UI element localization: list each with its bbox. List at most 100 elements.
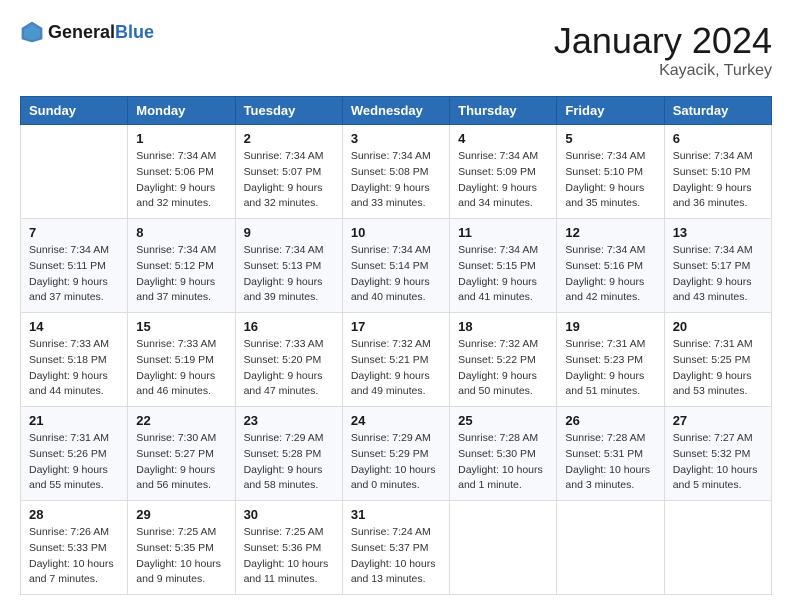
- page-header: GeneralBlue January 2024 Kayacik, Turkey: [20, 20, 772, 80]
- day-number: 22: [136, 413, 226, 428]
- day-number: 12: [565, 225, 655, 240]
- day-number: 27: [673, 413, 763, 428]
- day-number: 14: [29, 319, 119, 334]
- calendar-cell: 28 Sunrise: 7:26 AMSunset: 5:33 PMDayligh…: [21, 501, 128, 595]
- calendar-cell: 15 Sunrise: 7:33 AMSunset: 5:19 PMDayligh…: [128, 313, 235, 407]
- calendar-cell: 19 Sunrise: 7:31 AMSunset: 5:23 PMDayligh…: [557, 313, 664, 407]
- calendar-week-row: 7 Sunrise: 7:34 AMSunset: 5:11 PMDaylight…: [21, 219, 772, 313]
- day-info: Sunrise: 7:34 AMSunset: 5:11 PMDaylight:…: [29, 243, 119, 306]
- day-number: 30: [244, 507, 334, 522]
- day-number: 6: [673, 131, 763, 146]
- day-info: Sunrise: 7:31 AMSunset: 5:25 PMDaylight:…: [673, 337, 763, 400]
- day-info: Sunrise: 7:34 AMSunset: 5:17 PMDaylight:…: [673, 243, 763, 306]
- calendar-cell: 10 Sunrise: 7:34 AMSunset: 5:14 PMDayligh…: [342, 219, 449, 313]
- logo-blue: Blue: [115, 22, 154, 42]
- day-number: 31: [351, 507, 441, 522]
- day-info: Sunrise: 7:34 AMSunset: 5:14 PMDaylight:…: [351, 243, 441, 306]
- calendar-cell: 11 Sunrise: 7:34 AMSunset: 5:15 PMDayligh…: [450, 219, 557, 313]
- weekday-header: Monday: [128, 97, 235, 125]
- day-info: Sunrise: 7:34 AMSunset: 5:07 PMDaylight:…: [244, 149, 334, 212]
- day-info: Sunrise: 7:34 AMSunset: 5:10 PMDaylight:…: [565, 149, 655, 212]
- day-number: 17: [351, 319, 441, 334]
- calendar-cell: 21Sunrise: 7:31 AMSunset: 5:26 PMDayligh…: [21, 407, 128, 501]
- weekday-header: Tuesday: [235, 97, 342, 125]
- weekday-header: Friday: [557, 97, 664, 125]
- calendar-cell: [664, 501, 771, 595]
- day-info: Sunrise: 7:33 AMSunset: 5:19 PMDaylight:…: [136, 337, 226, 400]
- day-info: Sunrise: 7:34 AMSunset: 5:12 PMDaylight:…: [136, 243, 226, 306]
- day-number: 7: [29, 225, 119, 240]
- day-number: 29: [136, 507, 226, 522]
- weekday-header: Saturday: [664, 97, 771, 125]
- day-number: 28: [29, 507, 119, 522]
- day-info: Sunrise: 7:34 AMSunset: 5:13 PMDaylight:…: [244, 243, 334, 306]
- calendar-cell: 7 Sunrise: 7:34 AMSunset: 5:11 PMDaylight…: [21, 219, 128, 313]
- calendar-cell: 12Sunrise: 7:34 AMSunset: 5:16 PMDayligh…: [557, 219, 664, 313]
- calendar-cell: 8 Sunrise: 7:34 AMSunset: 5:12 PMDaylight…: [128, 219, 235, 313]
- calendar-cell: 27 Sunrise: 7:27 AMSunset: 5:32 PMDayligh…: [664, 407, 771, 501]
- day-info: Sunrise: 7:30 AMSunset: 5:27 PMDaylight:…: [136, 431, 226, 494]
- day-number: 15: [136, 319, 226, 334]
- day-number: 11: [458, 225, 548, 240]
- calendar-table: SundayMondayTuesdayWednesdayThursdayFrid…: [20, 96, 772, 595]
- calendar-cell: 5 Sunrise: 7:34 AMSunset: 5:10 PMDaylight…: [557, 125, 664, 219]
- day-info: Sunrise: 7:31 AMSunset: 5:23 PMDaylight:…: [565, 337, 655, 400]
- calendar-cell: 29 Sunrise: 7:25 AMSunset: 5:35 PMDayligh…: [128, 501, 235, 595]
- location: Kayacik, Turkey: [554, 62, 772, 80]
- day-info: Sunrise: 7:24 AMSunset: 5:37 PMDaylight:…: [351, 525, 441, 588]
- logo-general: General: [48, 22, 115, 42]
- day-info: Sunrise: 7:32 AMSunset: 5:22 PMDaylight:…: [458, 337, 548, 400]
- day-number: 19: [565, 319, 655, 334]
- month-title: January 2024: [554, 20, 772, 62]
- day-number: 20: [673, 319, 763, 334]
- day-info: Sunrise: 7:26 AMSunset: 5:33 PMDaylight:…: [29, 525, 119, 588]
- calendar-cell: 13 Sunrise: 7:34 AMSunset: 5:17 PMDayligh…: [664, 219, 771, 313]
- calendar-cell: 4Sunrise: 7:34 AMSunset: 5:09 PMDaylight…: [450, 125, 557, 219]
- weekday-header: Wednesday: [342, 97, 449, 125]
- day-info: Sunrise: 7:29 AMSunset: 5:29 PMDaylight:…: [351, 431, 441, 494]
- day-number: 3: [351, 131, 441, 146]
- day-info: Sunrise: 7:33 AMSunset: 5:18 PMDaylight:…: [29, 337, 119, 400]
- day-number: 5: [565, 131, 655, 146]
- day-number: 23: [244, 413, 334, 428]
- day-info: Sunrise: 7:32 AMSunset: 5:21 PMDaylight:…: [351, 337, 441, 400]
- calendar-cell: 25Sunrise: 7:28 AMSunset: 5:30 PMDayligh…: [450, 407, 557, 501]
- day-number: 21: [29, 413, 119, 428]
- day-number: 1: [136, 131, 226, 146]
- day-number: 2: [244, 131, 334, 146]
- calendar-cell: 31 Sunrise: 7:24 AMSunset: 5:37 PMDayligh…: [342, 501, 449, 595]
- calendar-cell: 3 Sunrise: 7:34 AMSunset: 5:08 PMDaylight…: [342, 125, 449, 219]
- calendar-week-row: 1 Sunrise: 7:34 AMSunset: 5:06 PMDaylight…: [21, 125, 772, 219]
- day-info: Sunrise: 7:34 AMSunset: 5:10 PMDaylight:…: [673, 149, 763, 212]
- calendar-cell: 17 Sunrise: 7:32 AMSunset: 5:21 PMDayligh…: [342, 313, 449, 407]
- day-info: Sunrise: 7:27 AMSunset: 5:32 PMDaylight:…: [673, 431, 763, 494]
- day-number: 25: [458, 413, 548, 428]
- day-number: 10: [351, 225, 441, 240]
- day-number: 4: [458, 131, 548, 146]
- weekday-header: Thursday: [450, 97, 557, 125]
- calendar-cell: [557, 501, 664, 595]
- day-info: Sunrise: 7:29 AMSunset: 5:28 PMDaylight:…: [244, 431, 334, 494]
- day-info: Sunrise: 7:25 AMSunset: 5:36 PMDaylight:…: [244, 525, 334, 588]
- calendar-cell: 24Sunrise: 7:29 AMSunset: 5:29 PMDayligh…: [342, 407, 449, 501]
- day-number: 13: [673, 225, 763, 240]
- calendar-cell: 2 Sunrise: 7:34 AMSunset: 5:07 PMDaylight…: [235, 125, 342, 219]
- calendar-cell: [21, 125, 128, 219]
- logo: GeneralBlue: [20, 20, 154, 44]
- calendar-cell: 6 Sunrise: 7:34 AMSunset: 5:10 PMDaylight…: [664, 125, 771, 219]
- title-block: January 2024 Kayacik, Turkey: [554, 20, 772, 80]
- day-number: 8: [136, 225, 226, 240]
- logo-icon: [20, 20, 44, 44]
- day-info: Sunrise: 7:34 AMSunset: 5:15 PMDaylight:…: [458, 243, 548, 306]
- calendar-week-row: 14 Sunrise: 7:33 AMSunset: 5:18 PMDayligh…: [21, 313, 772, 407]
- calendar-cell: 14 Sunrise: 7:33 AMSunset: 5:18 PMDayligh…: [21, 313, 128, 407]
- day-info: Sunrise: 7:25 AMSunset: 5:35 PMDaylight:…: [136, 525, 226, 588]
- calendar-cell: 26Sunrise: 7:28 AMSunset: 5:31 PMDayligh…: [557, 407, 664, 501]
- calendar-cell: 9Sunrise: 7:34 AMSunset: 5:13 PMDaylight…: [235, 219, 342, 313]
- day-info: Sunrise: 7:34 AMSunset: 5:06 PMDaylight:…: [136, 149, 226, 212]
- calendar-cell: 20 Sunrise: 7:31 AMSunset: 5:25 PMDayligh…: [664, 313, 771, 407]
- day-number: 16: [244, 319, 334, 334]
- day-info: Sunrise: 7:34 AMSunset: 5:08 PMDaylight:…: [351, 149, 441, 212]
- weekday-header: Sunday: [21, 97, 128, 125]
- day-number: 18: [458, 319, 548, 334]
